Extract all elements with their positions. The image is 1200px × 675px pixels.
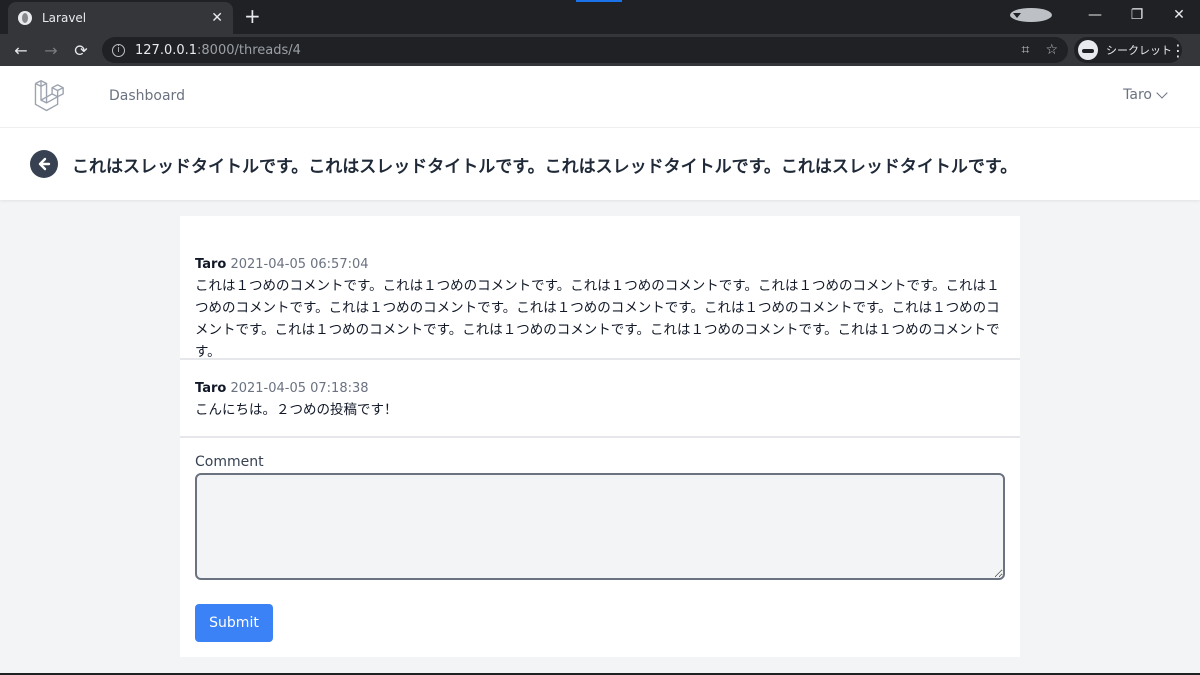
incognito-indicator[interactable]: シークレット <box>1074 37 1182 63</box>
new-tab-button[interactable]: + <box>244 4 261 28</box>
site-info-icon[interactable]: i <box>112 43 125 57</box>
comment-form: Comment Submit <box>195 454 1005 642</box>
laravel-logo-icon[interactable] <box>32 78 68 114</box>
comment-body: これは１つめのコメントです。これは１つめのコメントです。これは１つめのコメントで… <box>195 278 1000 360</box>
incognito-label: シークレット <box>1106 44 1172 57</box>
forward-arrow-icon[interactable]: → <box>36 41 66 60</box>
globe-icon <box>18 11 32 25</box>
url-host: 127.0.0.1 <box>135 42 198 58</box>
comment-timestamp: 2021-04-05 07:18:38 <box>230 381 369 396</box>
page-header: これはスレッドタイトルです。これはスレッドタイトルです。これはスレッドタイトルで… <box>0 128 1200 200</box>
address-bar[interactable]: i 127.0.0.1 :8000/threads/4 ⌗ ☆ <box>102 37 1068 63</box>
arrow-left-icon <box>38 157 51 171</box>
submit-button[interactable]: Submit <box>195 604 273 642</box>
close-window-button[interactable]: ✕ <box>1158 7 1200 23</box>
tab-strip-indicator <box>576 0 622 2</box>
comment-author: Taro <box>195 381 227 396</box>
reload-icon[interactable]: ⟳ <box>66 41 96 60</box>
browser-toolbar: ← → ⟳ i 127.0.0.1 :8000/threads/4 ⌗ ☆ シー… <box>0 34 1200 66</box>
thread-title: これはスレッドタイトルです。これはスレッドタイトルです。これはスレッドタイトルで… <box>72 157 1018 177</box>
incognito-icon <box>1078 40 1098 60</box>
nav-dashboard-link[interactable]: Dashboard <box>109 88 185 104</box>
comment-timestamp: 2021-04-05 06:57:04 <box>230 257 369 272</box>
bookmark-star-icon[interactable]: ☆ <box>1045 42 1058 58</box>
comment-textarea[interactable] <box>195 473 1005 580</box>
back-arrow-icon[interactable]: ← <box>6 41 36 60</box>
tab-close-icon[interactable]: ✕ <box>211 10 223 26</box>
tab-title: Laravel <box>42 11 87 25</box>
thread-card: Taro 2021-04-05 06:57:04 これは１つめのコメントです。こ… <box>180 216 1020 657</box>
comment-author: Taro <box>195 257 227 272</box>
comment-item: Taro 2021-04-05 07:18:38 こんにちは。２つめの投稿です！ <box>180 360 1020 438</box>
more-menu-icon[interactable]: ⋮ <box>1170 41 1186 60</box>
browser-tab-bar: Laravel ✕ + — ❐ ✕ <box>0 0 1200 34</box>
translate-icon[interactable]: ⌗ <box>1022 42 1030 58</box>
tab-search-icon[interactable] <box>1010 8 1052 22</box>
chevron-down-icon <box>1156 87 1168 99</box>
comment-item: Taro 2021-04-05 06:57:04 これは１つめのコメントです。こ… <box>180 216 1020 360</box>
browser-tab[interactable]: Laravel ✕ <box>8 2 233 34</box>
app-navbar: Dashboard Taro <box>0 66 1200 128</box>
restore-button[interactable]: ❐ <box>1116 7 1158 23</box>
window-controls: — ❐ ✕ <box>1010 0 1200 30</box>
comment-label: Comment <box>195 454 264 470</box>
user-name: Taro <box>1123 87 1152 103</box>
comment-body: こんにちは。２つめの投稿です！ <box>195 402 398 418</box>
user-menu[interactable]: Taro <box>1123 87 1168 103</box>
back-button[interactable] <box>30 150 58 178</box>
url-path: :8000/threads/4 <box>197 42 301 58</box>
minimize-button[interactable]: — <box>1074 7 1116 23</box>
